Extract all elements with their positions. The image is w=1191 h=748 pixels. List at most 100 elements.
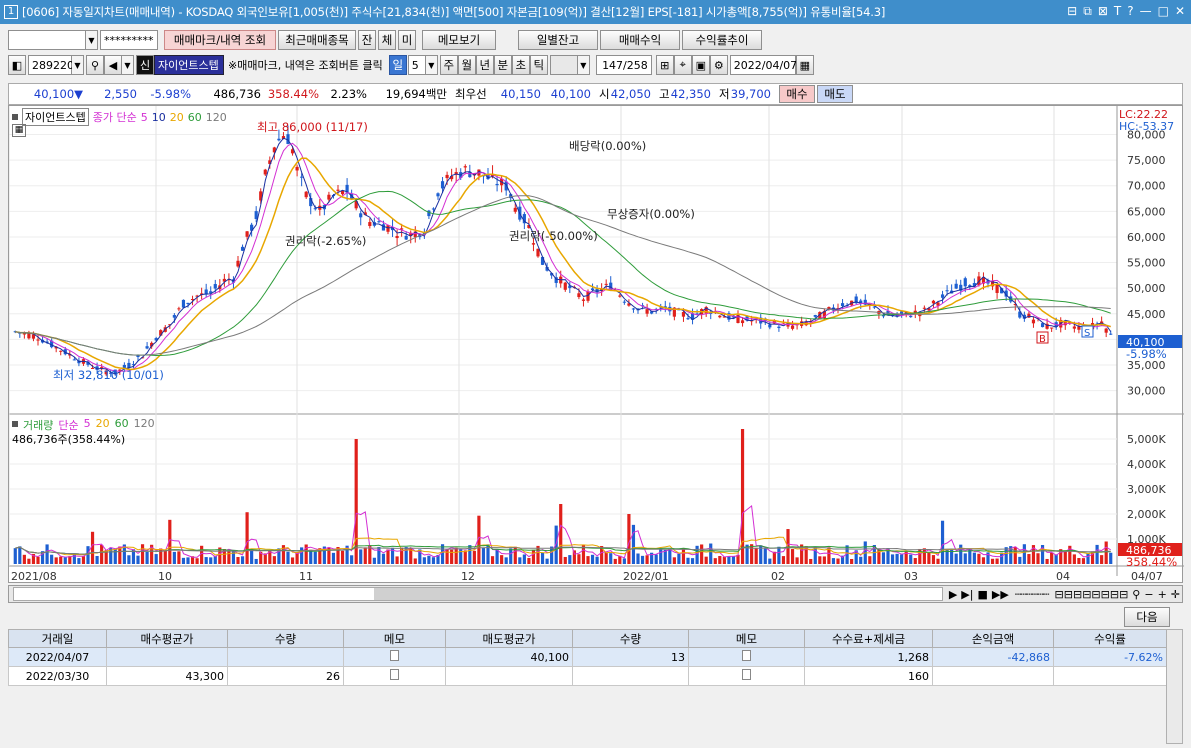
- link-icon[interactable]: ⊠: [1098, 4, 1108, 19]
- column-header[interactable]: 매도평균가: [445, 629, 573, 648]
- volume-bar: [831, 558, 836, 564]
- buy-button[interactable]: 매수: [779, 85, 815, 103]
- period-weekly-button[interactable]: 주: [439, 55, 458, 75]
- tick-value-input[interactable]: [549, 55, 578, 75]
- unexecuted-button[interactable]: 미: [398, 30, 416, 50]
- executed-button[interactable]: 체: [378, 30, 396, 50]
- zoom-in-icon[interactable]: +: [1158, 588, 1167, 601]
- volume-bar: [909, 554, 913, 564]
- volume-bar: [313, 551, 317, 564]
- memo-view-button[interactable]: 메모보기: [422, 30, 496, 50]
- period-daily-button[interactable]: 일: [388, 55, 407, 75]
- stock-code-dropdown[interactable]: ▼: [72, 55, 84, 75]
- price-chart-panel[interactable]: 80,000 75,000 70,000 65,000 60,000 55,000 50,0…: [8, 105, 1184, 584]
- stock-code-input[interactable]: 289220: [28, 55, 74, 75]
- password-input[interactable]: *********: [100, 30, 158, 50]
- column-header[interactable]: 거래일: [8, 629, 107, 648]
- pan-icon[interactable]: ✛: [1171, 588, 1180, 601]
- date-tick-label: 10: [158, 570, 172, 583]
- save-icon[interactable]: ▣: [691, 55, 710, 75]
- volume-bar: [95, 555, 99, 564]
- memo-icon[interactable]: [688, 647, 805, 667]
- period-yearly-button[interactable]: 년: [475, 55, 494, 75]
- column-header[interactable]: 수량: [572, 629, 689, 648]
- period-tick-button[interactable]: 틱: [529, 55, 548, 75]
- period-minute-button[interactable]: 분: [493, 55, 512, 75]
- play-icon[interactable]: ▶▶: [992, 588, 1009, 601]
- speaker-dropdown[interactable]: ▼: [122, 55, 134, 75]
- magnifier-icon[interactable]: ⚲: [1132, 588, 1140, 601]
- account-input[interactable]: [8, 30, 86, 50]
- candle-body: [368, 222, 372, 227]
- trade-profit-button[interactable]: 매매수익: [600, 30, 680, 50]
- account-dropdown[interactable]: ▼: [86, 30, 98, 50]
- next-button[interactable]: 다음: [1124, 607, 1170, 627]
- volume-bar: [236, 557, 240, 564]
- layout-icon[interactable]: ⊟: [1067, 4, 1077, 19]
- legend-stock-name[interactable]: 자이언트스텝: [22, 108, 89, 126]
- period-monthly-button[interactable]: 월: [457, 55, 476, 75]
- column-header[interactable]: 매수평균가: [106, 629, 228, 648]
- date-input[interactable]: 2022/04/07: [729, 55, 797, 75]
- maximize-icon[interactable]: □: [1158, 4, 1169, 19]
- candle-body: [954, 283, 958, 289]
- copy-window-icon[interactable]: ⧉: [1083, 4, 1092, 19]
- zoom-icon[interactable]: ⊞: [655, 55, 674, 75]
- volume-bar: [590, 554, 595, 564]
- period-number-input[interactable]: 5: [407, 55, 426, 75]
- scrollbar-thumb[interactable]: [374, 588, 820, 600]
- column-header[interactable]: 메모: [343, 629, 446, 648]
- zoom-out-icon[interactable]: −: [1144, 588, 1153, 601]
- trade-history-table: 거래일 매수평균가 수량 메모 매도평균가 수량 메모 수수료+제세금 손익금액 수익률 2022…: [8, 629, 1167, 686]
- close-icon[interactable]: ✕: [1175, 4, 1185, 19]
- calendar-icon[interactable]: ▦: [795, 55, 814, 75]
- sell-button[interactable]: 매도: [817, 85, 853, 103]
- period-second-button[interactable]: 초: [511, 55, 530, 75]
- help-icon[interactable]: ?: [1127, 4, 1133, 19]
- column-header[interactable]: 수량: [227, 629, 344, 648]
- candle-body: [72, 359, 76, 361]
- candle-body: [963, 278, 967, 287]
- stop-icon[interactable]: ■: [977, 588, 987, 601]
- table-row[interactable]: 2022/03/30 43,300 26 160: [8, 666, 1167, 686]
- crosshair-icon[interactable]: ⌖: [673, 55, 692, 75]
- zoom-slider[interactable]: ┄┄┄┄┄┄: [1015, 588, 1050, 601]
- volume-bar: [940, 520, 945, 564]
- layout-toggle-icon[interactable]: ◧: [8, 55, 26, 75]
- data-count-field[interactable]: 147/258: [595, 55, 652, 75]
- tick-value-dropdown[interactable]: ▼: [577, 55, 590, 75]
- scroll-fast-icon[interactable]: ▶|: [961, 588, 973, 601]
- table-row[interactable]: 2022/04/07 40,100 13 1,268 -42,868 -7.62%: [8, 647, 1167, 667]
- gear-icon[interactable]: ⚙: [709, 55, 728, 75]
- tool-icons[interactable]: ⊟⊟⊟⊟⊟⊟⊟⊟: [1055, 588, 1129, 601]
- column-header[interactable]: 손익금액: [932, 629, 1054, 648]
- price-volume-chart[interactable]: 80,00075,00070,00065,00060,00055,00050,0…: [9, 106, 1184, 584]
- candle-body: [395, 235, 399, 239]
- volume-bar: [86, 546, 90, 564]
- trade-mark-query-button[interactable]: 매매마크/내역 조회: [164, 30, 276, 50]
- memo-icon[interactable]: [343, 647, 446, 667]
- volume-bar: [563, 556, 567, 564]
- open-price: 42,050: [610, 87, 651, 101]
- speaker-icon[interactable]: ◀: [104, 55, 122, 75]
- memo-icon[interactable]: [343, 666, 446, 686]
- column-header[interactable]: 수수료+제세금: [804, 629, 933, 648]
- balance-button[interactable]: 잔: [358, 30, 376, 50]
- table-scrollbar[interactable]: [1166, 629, 1183, 744]
- search-icon[interactable]: ⚲: [86, 55, 104, 75]
- daily-balance-button[interactable]: 일별잔고: [518, 30, 598, 50]
- column-header[interactable]: 메모: [688, 629, 805, 648]
- font-icon[interactable]: T: [1114, 4, 1121, 19]
- memo-icon[interactable]: [688, 666, 805, 686]
- table-toggle-icon[interactable]: ▦: [12, 124, 26, 137]
- scroll-right-icon[interactable]: ▶: [949, 588, 957, 601]
- recent-trades-button[interactable]: 최근매매종목: [278, 30, 356, 50]
- minimize-icon[interactable]: —: [1140, 4, 1152, 19]
- date-tick-label: 02: [771, 570, 785, 583]
- period-number-dropdown[interactable]: ▼: [425, 55, 438, 75]
- column-header[interactable]: 수익률: [1053, 629, 1167, 648]
- chart-scrollbar[interactable]: [13, 587, 943, 601]
- candle-body: [240, 246, 245, 251]
- stock-name-field[interactable]: 자이언트스텝: [154, 55, 224, 75]
- yield-trend-button[interactable]: 수익률추이: [682, 30, 762, 50]
